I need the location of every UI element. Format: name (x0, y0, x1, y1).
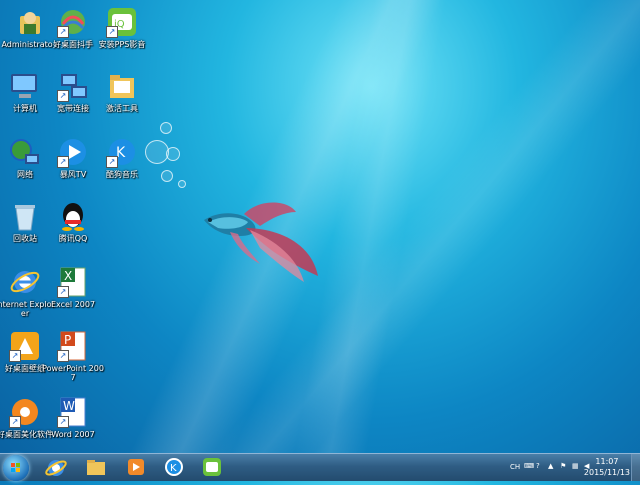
desktop-icon-activation-tool[interactable]: 激活工具 (91, 66, 153, 113)
pps-icon: iQ ↗ (106, 6, 138, 38)
shortcut-arrow-icon: ↗ (106, 26, 118, 38)
folder-icon (106, 70, 138, 102)
computer-icon (9, 70, 41, 102)
start-button[interactable] (3, 455, 29, 481)
icon-label: Word 2007 (51, 430, 95, 439)
folder-icon (87, 460, 105, 475)
shortcut-arrow-icon: ↗ (57, 286, 69, 298)
clock-time: 11:07 (595, 457, 619, 466)
media-player-icon (128, 459, 144, 475)
tray-expand-icon[interactable]: ▲ (548, 462, 553, 470)
clock-date: 2015/11/13 (583, 468, 630, 477)
haozhuomian-app-icon: ↗ (57, 6, 89, 38)
icon-label: 酷狗音乐 (106, 170, 138, 179)
taskbar: K CH ⌨ ? ▲ ⚑ ▦ ◀ 11:07 2015/11/13 (0, 453, 640, 481)
kugou-icon: K ↗ (106, 136, 138, 168)
shortcut-arrow-icon: ↗ (57, 90, 69, 102)
shortcut-arrow-icon: ↗ (9, 416, 21, 428)
icon-label: 腾讯QQ (58, 234, 88, 243)
bubble (161, 170, 173, 182)
excel-icon: X ↗ (57, 266, 89, 298)
shortcut-arrow-icon: ↗ (106, 156, 118, 168)
svg-text:P: P (64, 333, 71, 347)
ie-icon (45, 460, 67, 476)
desktop-icon-kugou[interactable]: K ↗ 酷狗音乐 (91, 132, 153, 179)
network-status-icon[interactable]: ▦ (572, 462, 579, 470)
bubble (166, 147, 180, 161)
shortcut-arrow-icon: ↗ (57, 350, 69, 362)
beautify-app-icon: ↗ (9, 396, 41, 428)
clock[interactable]: 11:07 2015/11/13 (584, 456, 630, 478)
svg-text:X: X (64, 269, 72, 283)
icon-label: PowerPoint 2007 (42, 364, 104, 382)
keyboard-icon[interactable]: ⌨ (524, 462, 534, 470)
pps-icon (203, 458, 221, 476)
svg-text:W: W (63, 399, 75, 413)
ie-icon (9, 266, 41, 298)
icon-label: 激活工具 (106, 104, 138, 113)
shortcut-arrow-icon: ↗ (57, 156, 69, 168)
shortcut-arrow-icon: ↗ (9, 350, 21, 362)
icon-label: Excel 2007 (50, 300, 96, 309)
svg-text:K: K (170, 463, 177, 474)
qq-icon (57, 200, 89, 232)
desktop-icon-qq[interactable]: 腾讯QQ (42, 196, 104, 243)
desktop-icon-word[interactable]: W ↗ Word 2007 (42, 392, 104, 439)
recycle-bin-icon (9, 200, 41, 232)
taskbar-media-player-button[interactable] (118, 456, 154, 479)
language-indicator[interactable]: CH (510, 463, 520, 471)
betta-fish-wallpaper (204, 202, 318, 282)
action-center-icon[interactable]: ⚑ (560, 462, 566, 470)
kugou-icon: K (165, 458, 183, 476)
baofeng-icon: ↗ (57, 136, 89, 168)
shortcut-arrow-icon: ↗ (57, 416, 69, 428)
network-icon (9, 136, 41, 168)
show-desktop-button[interactable] (631, 454, 640, 481)
taskbar-explorer-button[interactable] (78, 456, 114, 479)
word-icon: W ↗ (57, 396, 89, 428)
wallpaper-app-icon: ↗ (9, 330, 41, 362)
icon-label: 安装PPS影音 (98, 40, 146, 49)
taskbar-pps-button[interactable] (194, 456, 230, 479)
system-tray: CH ⌨ ? ▲ ⚑ ▦ ◀ 11:07 2015/11/13 (480, 454, 640, 481)
taskbar-ie-button[interactable] (38, 456, 74, 479)
network-connection-icon: ↗ (57, 70, 89, 102)
bubble (160, 122, 172, 134)
powerpoint-icon: P ↗ (57, 330, 89, 362)
bubble (178, 180, 186, 188)
help-icon[interactable]: ? (536, 462, 540, 470)
shortcut-arrow-icon: ↗ (57, 26, 69, 38)
taskbar-kugou-button[interactable]: K (156, 456, 192, 479)
desktop-icon-pps[interactable]: iQ ↗ 安装PPS影音 (91, 2, 153, 49)
windows-logo-icon (11, 463, 20, 472)
desktop-icon-powerpoint[interactable]: P ↗ PowerPoint 2007 (42, 326, 104, 382)
desktop-icon-excel[interactable]: X ↗ Excel 2007 (42, 262, 104, 309)
